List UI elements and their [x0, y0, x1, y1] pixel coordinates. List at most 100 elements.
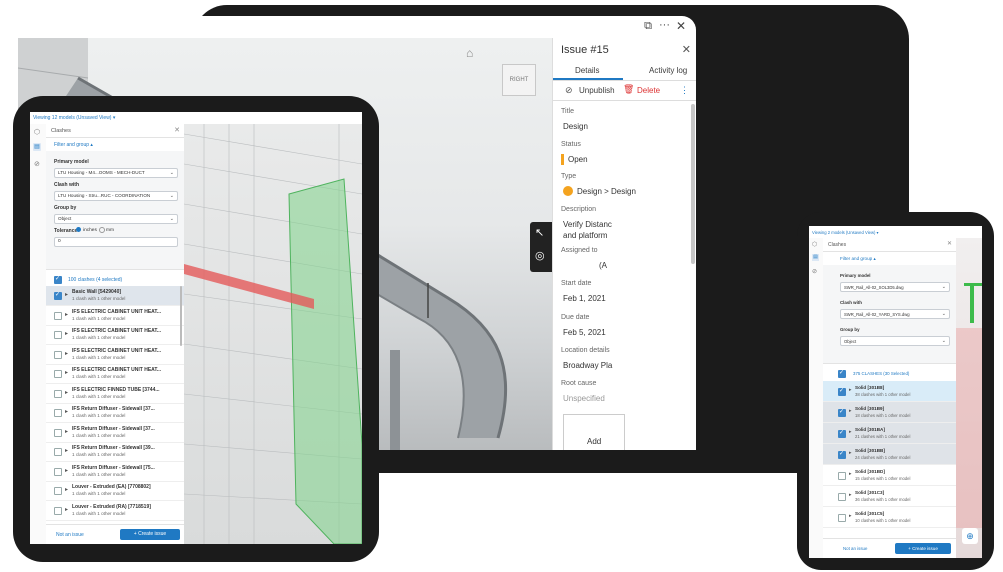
delete-button[interactable]: Delete — [637, 86, 660, 95]
measure-tool-icon[interactable]: ◎ — [535, 249, 545, 262]
row-checkbox[interactable] — [54, 389, 62, 398]
layers-icon[interactable]: ▤ — [812, 254, 819, 261]
chevron-right-icon[interactable]: ▸ — [65, 350, 68, 357]
row-checkbox[interactable] — [838, 429, 846, 438]
chevron-right-icon[interactable]: ▸ — [65, 389, 68, 396]
row-checkbox[interactable] — [54, 487, 62, 495]
tab-activity-log[interactable]: Activity log — [649, 66, 687, 75]
row-checkbox[interactable] — [54, 311, 62, 320]
row-checkbox[interactable] — [54, 291, 62, 300]
compass-icon[interactable]: ⊕ — [962, 528, 978, 544]
clash-with-select[interactable]: LTU Housing - Stru...RUC - COORDINATION … — [54, 191, 178, 201]
list-item[interactable]: ▸ IFS ELECTRIC CABINET UNIT HEAT... 1 clas… — [46, 325, 184, 345]
list-item[interactable]: ▸ IFS ELECTRIC CABINET UNIT HEAT... 1 clas… — [46, 364, 184, 384]
chevron-right-icon[interactable]: ▸ — [65, 291, 68, 298]
close-icon[interactable]: ✕ — [676, 19, 686, 33]
row-checkbox[interactable] — [838, 450, 846, 459]
model-viewport[interactable] — [184, 124, 362, 544]
radio-mm-icon[interactable] — [99, 227, 105, 233]
chevron-right-icon[interactable]: ▸ — [849, 450, 852, 456]
row-checkbox[interactable] — [838, 493, 846, 501]
list-item[interactable]: ▸ Louver - Extruded (EA) [7708802] 1 clash… — [46, 481, 184, 501]
chevron-right-icon[interactable]: ▸ — [65, 408, 68, 415]
chevron-right-icon[interactable]: ▸ — [65, 506, 68, 513]
close-icon[interactable]: ✕ — [947, 240, 952, 247]
list-item[interactable]: ▸Solid [301B8] 38 clashes with 1 other mo… — [823, 381, 956, 402]
chevron-right-icon[interactable]: ▸ — [65, 428, 68, 435]
tolerance-input[interactable]: 0 — [54, 237, 178, 247]
type-value[interactable]: Design > Design — [577, 187, 636, 196]
list-item[interactable]: ▸ Solid [301C3] 36 clashes with 1 other mo… — [823, 486, 956, 507]
check-icon[interactable]: ⊘ — [812, 268, 817, 275]
list-item[interactable]: ▸ IFS Return Diffuser - Sidewall [37... 1 … — [46, 403, 184, 423]
group-by-select[interactable]: Object ⌄ — [840, 336, 950, 346]
row-checkbox[interactable] — [54, 428, 62, 437]
chevron-right-icon[interactable]: ▸ — [65, 369, 68, 376]
status-value[interactable]: Open — [568, 155, 588, 164]
close-icon[interactable]: ✕ — [174, 126, 180, 134]
more-icon[interactable]: ··· — [659, 19, 670, 31]
chevron-right-icon[interactable]: ▸ — [849, 471, 852, 477]
viewing-models[interactable]: Viewing 12 models (Unsaved View) ▾ — [33, 115, 115, 121]
model-viewport[interactable]: ⊕ — [956, 238, 982, 558]
close-icon[interactable]: ✕ — [682, 43, 691, 56]
scrollbar[interactable] — [691, 104, 695, 264]
primary-model-select[interactable]: LTU Housing - M4...OOMS - MECH-DUCT ⌄ — [54, 168, 178, 178]
list-item[interactable]: ▸Solid [301BB] 24 clashes with 1 other mo… — [823, 444, 956, 465]
radio-inches-icon[interactable] — [76, 227, 81, 232]
list-item[interactable]: ▸ IFS ELECTRIC FINNED TUBE [3744... 1 clas… — [46, 384, 184, 404]
unpublish-button[interactable]: Unpublish — [579, 86, 615, 95]
row-checkbox[interactable] — [54, 331, 62, 339]
list-item[interactable]: ▸ Solid [301BD] 15 clashes with 1 other mo… — [823, 465, 956, 486]
description-value[interactable]: Verify Distanc and platform — [563, 219, 623, 241]
check-icon[interactable]: ⊘ — [34, 160, 40, 168]
not-an-issue-button[interactable]: Not an issue — [843, 546, 867, 551]
window-icon[interactable]: ⧉ — [644, 20, 652, 33]
location-value[interactable]: Broadway Pla — [563, 361, 612, 370]
tab-details[interactable]: Details — [575, 66, 599, 75]
chevron-right-icon[interactable]: ▸ — [65, 330, 68, 337]
row-checkbox[interactable] — [54, 448, 62, 456]
list-item[interactable]: ▸ Basic Wall [5429040]1 clash with 1 othe… — [46, 286, 184, 306]
row-checkbox[interactable] — [838, 514, 846, 522]
create-issue-button[interactable]: + Create issue — [895, 543, 951, 554]
list-item[interactable]: ▸ Louver - Extruded (RA) [7718519] 1 clash… — [46, 501, 184, 521]
filter-group-toggle[interactable]: Filter and group ▴ — [840, 256, 876, 262]
row-checkbox[interactable] — [838, 472, 846, 480]
row-checkbox[interactable] — [54, 506, 62, 515]
not-an-issue-button[interactable]: Not an issue — [56, 532, 84, 538]
view-cube[interactable]: RIGHT — [502, 64, 536, 96]
select-all-checkbox[interactable] — [838, 369, 846, 378]
chevron-right-icon[interactable]: ▸ — [849, 429, 852, 435]
filter-group-toggle[interactable]: Filter and group ▴ — [54, 142, 93, 148]
row-checkbox[interactable] — [54, 370, 62, 378]
due-value[interactable]: Feb 5, 2021 — [563, 328, 606, 337]
list-item[interactable]: ▸ Solid [301C5] 10 clashes with 1 other mo… — [823, 507, 956, 528]
row-checkbox[interactable] — [54, 350, 62, 359]
clash-with-select[interactable]: SWR_Rail_All-02_YARD_SYS.dwg ⌄ — [840, 309, 950, 319]
row-checkbox[interactable] — [54, 409, 62, 417]
scrollbar[interactable] — [180, 286, 182, 346]
primary-model-select[interactable]: SWR_Rail_All-02_SOL3D5.dwg ⌄ — [840, 282, 950, 292]
chevron-right-icon[interactable]: ▸ — [65, 467, 68, 474]
list-item[interactable]: ▸ IFS Return Diffuser - Sidewall [75... 1 … — [46, 462, 184, 482]
cube-icon[interactable]: ⬡ — [34, 128, 40, 136]
cube-icon[interactable]: ⬡ — [812, 241, 817, 248]
chevron-right-icon[interactable]: ▸ — [849, 387, 852, 393]
title-value[interactable]: Design — [563, 122, 588, 131]
row-checkbox[interactable] — [838, 387, 846, 396]
viewing-models[interactable]: Viewing 2 models (Unsaved View) ▾ — [812, 230, 879, 235]
chevron-right-icon[interactable]: ▸ — [65, 486, 68, 493]
list-item[interactable]: ▸ IFS Return Diffuser - Sidewall [39... 1 … — [46, 442, 184, 462]
create-issue-button[interactable]: + Create issue — [120, 529, 180, 540]
assigned-value[interactable]: (A — [599, 261, 607, 270]
chevron-right-icon[interactable]: ▸ — [849, 408, 852, 414]
start-value[interactable]: Feb 1, 2021 — [563, 294, 606, 303]
list-item[interactable]: ▸Solid [301B9] 18 clashes with 1 other mo… — [823, 402, 956, 423]
kebab-icon[interactable]: ⋮ — [680, 85, 689, 96]
list-item[interactable]: ▸ IFS ELECTRIC CABINET UNIT HEAT... 1 clas… — [46, 306, 184, 326]
layers-icon[interactable]: ▤ — [33, 143, 41, 151]
select-tool-icon[interactable]: ↖ — [535, 226, 544, 239]
list-item[interactable]: ▸Solid [301BA] 21 clashes with 1 other mo… — [823, 423, 956, 444]
chevron-right-icon[interactable]: ▸ — [65, 311, 68, 318]
